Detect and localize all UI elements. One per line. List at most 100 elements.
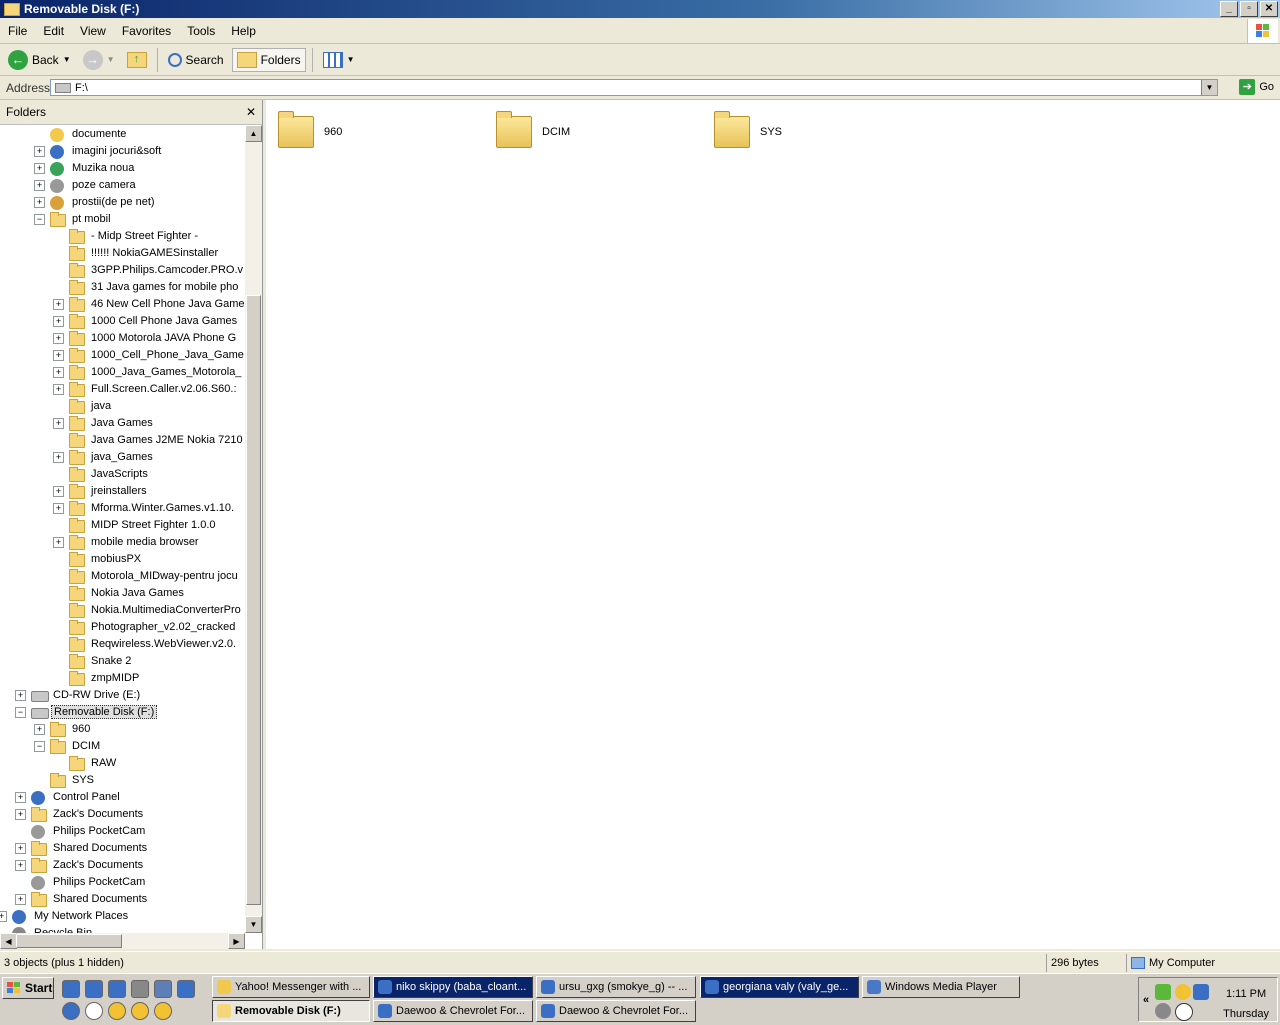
outlook-icon[interactable]	[85, 980, 103, 998]
tree-item[interactable]: + Java Games	[0, 415, 245, 432]
expand-icon[interactable]: +	[53, 316, 64, 327]
messenger-icon[interactable]	[154, 980, 172, 998]
ie-icon[interactable]	[62, 980, 80, 998]
restore-button[interactable]: ▫	[1240, 1, 1258, 17]
expand-icon[interactable]: +	[15, 860, 26, 871]
expand-icon[interactable]: +	[15, 843, 26, 854]
expand-icon[interactable]: +	[34, 146, 45, 157]
expand-icon[interactable]: +	[15, 792, 26, 803]
expand-icon[interactable]: +	[53, 333, 64, 344]
tree-item[interactable]: +1000 Cell Phone Java Games	[0, 313, 245, 330]
expand-icon[interactable]: +	[53, 418, 64, 429]
tree-item[interactable]: − DCIM	[0, 738, 245, 755]
expand-icon[interactable]: +	[53, 299, 64, 310]
go-button[interactable]: ➔ Go	[1239, 79, 1274, 95]
panda-tray-icon[interactable]	[1175, 1003, 1193, 1021]
collapse-icon[interactable]: −	[34, 741, 45, 752]
clock[interactable]: 1:11 PM Thursday	[1223, 984, 1269, 1024]
tree-item[interactable]: documente	[0, 126, 245, 143]
tree-item[interactable]: JavaScripts	[0, 466, 245, 483]
tree-item[interactable]: + Zack's Documents	[0, 806, 245, 823]
expand-icon[interactable]: +	[53, 486, 64, 497]
expand-icon[interactable]: +	[34, 724, 45, 735]
expand-icon[interactable]: +	[34, 163, 45, 174]
tree-item[interactable]: − Removable Disk (F:)	[0, 704, 245, 721]
chevron-down-icon[interactable]: ▼	[63, 55, 71, 64]
expand-icon[interactable]: +	[53, 384, 64, 395]
tree-item[interactable]: Philips PocketCam	[0, 823, 245, 840]
folder-item[interactable]: 960	[278, 111, 342, 148]
expand-icon[interactable]: +	[34, 180, 45, 191]
taskbar-button[interactable]: Daewoo & Chevrolet For...	[536, 1000, 696, 1022]
scroll-right-button[interactable]: ▶	[228, 933, 245, 949]
tree-item[interactable]: + jreinstallers	[0, 483, 245, 500]
folder-item[interactable]: SYS	[714, 111, 782, 148]
tree-item[interactable]: Java Games J2ME Nokia 7210	[0, 432, 245, 449]
menu-view[interactable]: View	[72, 24, 114, 38]
tree-item[interactable]: MIDP Street Fighter 1.0.0	[0, 517, 245, 534]
close-icon[interactable]: ✕	[246, 105, 256, 119]
up-folder-button[interactable]: ↑	[123, 48, 151, 72]
tree-item[interactable]: + CD-RW Drive (E:)	[0, 687, 245, 704]
tree-item[interactable]: Nokia Java Games	[0, 585, 245, 602]
vertical-scrollbar[interactable]: ▲ ▼	[245, 125, 262, 933]
address-input[interactable]: F:\ ▼	[50, 79, 1218, 96]
panda-icon[interactable]	[85, 1002, 103, 1020]
tree-item[interactable]: +1000 Motorola JAVA Phone G	[0, 330, 245, 347]
back-button[interactable]: ← Back ▼	[4, 48, 75, 72]
scroll-up-button[interactable]: ▲	[245, 125, 262, 142]
tree-item[interactable]: mobiusPX	[0, 551, 245, 568]
taskbar-button[interactable]: niko skippy (baba_cloant...	[373, 976, 533, 998]
tree-item[interactable]: + imagini jocuri&soft	[0, 143, 245, 160]
expand-icon[interactable]: +	[15, 894, 26, 905]
tree-item[interactable]: + Control Panel	[0, 789, 245, 806]
title-bar[interactable]: Removable Disk (F:) _ ▫ ✕	[0, 0, 1280, 18]
menu-help[interactable]: Help	[223, 24, 264, 38]
media-player-icon[interactable]	[62, 1002, 80, 1020]
yahoo-icon[interactable]	[108, 1002, 126, 1020]
media-icon[interactable]	[108, 980, 126, 998]
taskbar-button[interactable]: ursu_gxg (smokye_g) -- ...	[536, 976, 696, 998]
start-button[interactable]: Start	[2, 977, 54, 999]
tree-item[interactable]: Snake 2	[0, 653, 245, 670]
collapse-icon[interactable]: −	[34, 214, 45, 225]
menu-file[interactable]: File	[0, 24, 35, 38]
tree-item[interactable]: + Full.Screen.Caller.v2.06.S60.:	[0, 381, 245, 398]
tree-item[interactable]: +1000_Java_Games_Motorola_	[0, 364, 245, 381]
tree-item[interactable]: Recycle Bin	[0, 925, 245, 933]
expand-icon[interactable]: +	[0, 911, 7, 922]
taskbar-button[interactable]: Removable Disk (F:)	[212, 1000, 370, 1022]
taskbar-button[interactable]: georgiana valy (valy_ge...	[700, 976, 859, 998]
scroll-thumb[interactable]	[246, 295, 261, 905]
tree-item[interactable]: RAW	[0, 755, 245, 772]
tree-item[interactable]: + Zack's Documents	[0, 857, 245, 874]
tree-item[interactable]: +1000_Cell_Phone_Java_Game	[0, 347, 245, 364]
folder-item[interactable]: DCIM	[496, 111, 570, 148]
tree-item[interactable]: Reqwireless.WebViewer.v2.0.	[0, 636, 245, 653]
taskbar-button[interactable]: Windows Media Player	[862, 976, 1020, 998]
tree-item[interactable]: Nokia.MultimediaConverterPro	[0, 602, 245, 619]
expand-icon[interactable]: +	[15, 690, 26, 701]
search-button[interactable]: Search	[164, 48, 228, 72]
tree-item[interactable]: Philips PocketCam	[0, 874, 245, 891]
emoticon-icon[interactable]	[131, 1002, 149, 1020]
tree-item[interactable]: 31 Java games for mobile pho	[0, 279, 245, 296]
menu-edit[interactable]: Edit	[35, 24, 72, 38]
expand-icon[interactable]: +	[53, 537, 64, 548]
tree-item[interactable]: +960	[0, 721, 245, 738]
chevron-down-icon[interactable]: ▼	[107, 55, 115, 64]
tree-item[interactable]: − pt mobil	[0, 211, 245, 228]
chat-icon[interactable]	[154, 1002, 172, 1020]
expand-icon[interactable]: +	[53, 452, 64, 463]
tree-item[interactable]: 3GPP.Philips.Camcoder.PRO.v	[0, 262, 245, 279]
scroll-thumb[interactable]	[16, 934, 122, 948]
file-list-pane[interactable]: 960 DCIM SYS	[266, 100, 1280, 949]
tree-item[interactable]: zmpMIDP	[0, 670, 245, 687]
chevron-left-icon[interactable]: «	[1143, 994, 1149, 1006]
views-button[interactable]: ▼	[319, 48, 359, 72]
taskbar-button[interactable]: Daewoo & Chevrolet For...	[373, 1000, 533, 1022]
minimize-button[interactable]: _	[1220, 1, 1238, 17]
folders-button[interactable]: Folders	[231, 47, 306, 72]
menu-tools[interactable]: Tools	[179, 24, 223, 38]
tree-item[interactable]: !!!!!! NokiaGAMESinstaller	[0, 245, 245, 262]
